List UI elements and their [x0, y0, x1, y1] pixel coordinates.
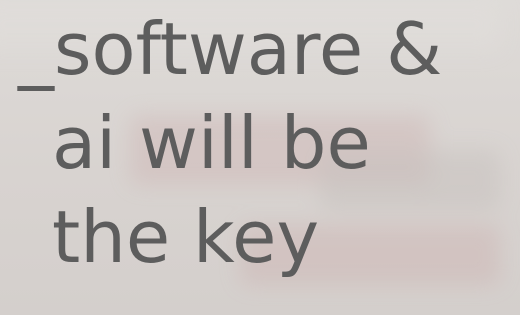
headline-line-1: _software &	[18, 7, 443, 91]
headline: _software & ai will be the key	[18, 2, 518, 284]
headline-line-3: the key	[52, 195, 320, 279]
slide-canvas: _software & ai will be the key	[0, 0, 520, 315]
headline-line-2: ai will be	[52, 101, 371, 185]
